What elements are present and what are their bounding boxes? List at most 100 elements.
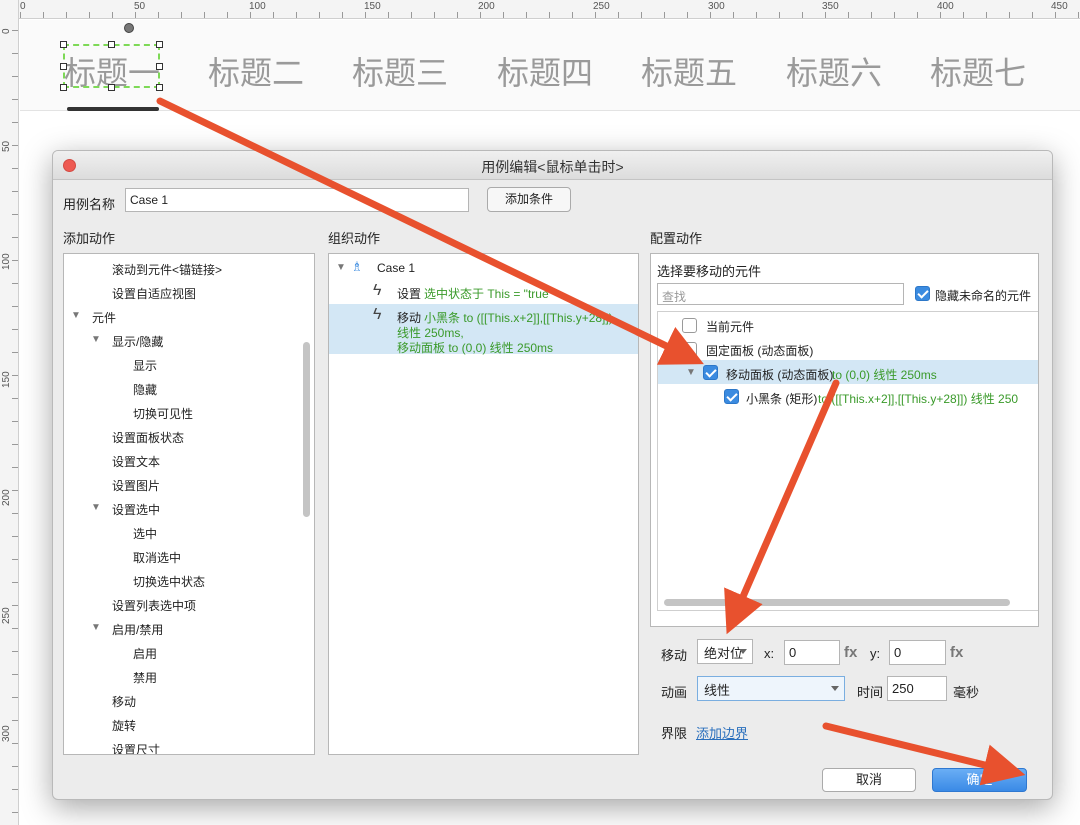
resize-handle[interactable] — [156, 63, 163, 70]
widget-checkbox[interactable] — [724, 389, 739, 404]
move-mode-select[interactable]: 绝对位 — [697, 639, 753, 664]
ruler-tick — [12, 789, 18, 790]
widget-item-move-panel[interactable]: 移动面板 (动态面板) — [726, 366, 833, 383]
y-input[interactable]: 0 — [889, 640, 946, 665]
widget-checkbox[interactable] — [682, 318, 697, 333]
y-fx-button[interactable]: fx — [950, 644, 963, 661]
action-disable[interactable]: 禁用 — [133, 669, 157, 686]
ruler-tick — [710, 12, 711, 18]
resize-handle[interactable] — [60, 84, 67, 91]
action-enable[interactable]: 启用 — [133, 645, 157, 662]
action-unselect[interactable]: 取消选中 — [133, 549, 181, 566]
widget-checkbox[interactable] — [682, 342, 697, 357]
resize-handle[interactable] — [156, 84, 163, 91]
ruler-left-label: 300 — [1, 725, 12, 742]
action-set-panel-state[interactable]: 设置面板状态 — [112, 429, 184, 446]
tab-title-4[interactable]: 标题四 — [497, 48, 593, 94]
widget-checkbox[interactable] — [703, 365, 718, 380]
action-enable-disable[interactable]: 启用/禁用 — [112, 621, 163, 638]
x-fx-button[interactable]: fx — [844, 644, 857, 661]
ruler-tick — [779, 12, 780, 18]
ruler-tick — [1009, 12, 1010, 18]
add-bounds-link[interactable]: 添加边界 — [696, 723, 748, 742]
widget-item-current[interactable]: 当前元件 — [706, 318, 754, 335]
action-set-text[interactable]: 设置文本 — [112, 453, 160, 470]
action-group-widgets[interactable]: 元件 — [92, 309, 116, 326]
chevron-down-icon — [739, 649, 747, 654]
widget-item-black-bar[interactable]: 小黑条 (矩形) — [746, 390, 817, 407]
ruler-tick — [641, 12, 642, 18]
action-rotate[interactable]: 旋转 — [112, 717, 136, 734]
action-set-adaptive-view[interactable]: 设置自适应视图 — [112, 285, 196, 302]
action-scroll-to-widget[interactable]: 滚动到元件<锚链接> — [112, 261, 222, 278]
action-toggle-visibility[interactable]: 切换可见性 — [133, 405, 193, 422]
action-set-detail[interactable]: 选中状态于 This = "true" — [424, 285, 553, 302]
ruler-tick — [1055, 12, 1056, 18]
ruler-tick — [12, 375, 18, 376]
action-move[interactable]: 移动 — [112, 693, 136, 710]
ruler-top-label: 200 — [478, 1, 495, 12]
expand-triangle-icon[interactable]: ▼ — [91, 502, 101, 513]
action-set-label[interactable]: 设置 — [397, 285, 421, 302]
tab-title-3[interactable]: 标题三 — [352, 48, 448, 94]
ruler-tick — [871, 12, 872, 18]
organize-action-panel: ▼ ♗ Case 1 ϟ 设置 选中状态于 This = "true" ϟ 移动… — [328, 253, 639, 755]
expand-triangle-icon[interactable]: ▼ — [91, 622, 101, 633]
action-set-image[interactable]: 设置图片 — [112, 477, 160, 494]
action-set-list-selection[interactable]: 设置列表选中项 — [112, 597, 196, 614]
expand-triangle-icon[interactable]: ▼ — [686, 367, 696, 378]
time-input[interactable]: 250 — [887, 676, 947, 701]
ruler-tick — [12, 168, 18, 169]
resize-handle[interactable] — [108, 84, 115, 91]
animation-select[interactable]: 线性 — [697, 676, 845, 701]
scrollbar-thumb[interactable] — [303, 342, 310, 517]
expand-triangle-icon[interactable]: ▼ — [336, 262, 346, 273]
scrollbar-horizontal[interactable] — [664, 599, 1010, 606]
case-name-input[interactable]: Case 1 — [125, 188, 469, 212]
add-condition-button[interactable]: 添加条件 — [487, 187, 571, 212]
add-action-header: 添加动作 — [63, 231, 116, 246]
case-label[interactable]: Case 1 — [377, 261, 415, 275]
action-toggle-selected[interactable]: 切换选中状态 — [133, 573, 205, 590]
ruler-tick — [12, 697, 18, 698]
tab-title-2[interactable]: 标题二 — [208, 48, 304, 94]
ruler-tick — [894, 12, 895, 18]
tab-title-6[interactable]: 标题六 — [786, 48, 882, 94]
action-hide[interactable]: 隐藏 — [133, 381, 157, 398]
lightning-icon: ϟ — [373, 282, 382, 299]
action-show-hide[interactable]: 显示/隐藏 — [112, 333, 163, 350]
resize-handle[interactable] — [60, 41, 67, 48]
hide-unnamed-checkbox[interactable] — [915, 286, 930, 301]
tab-title-7[interactable]: 标题七 — [930, 48, 1026, 94]
ruler-tick — [12, 191, 18, 192]
ruler-tick — [12, 214, 18, 215]
ruler-tick — [963, 12, 964, 18]
resize-handle[interactable] — [108, 41, 115, 48]
ruler-tick — [181, 12, 182, 18]
widget-item-fixed-panel[interactable]: 固定面板 (动态面板) — [706, 342, 813, 359]
action-set-selected[interactable]: 设置选中 — [112, 501, 160, 518]
lightning-icon: ϟ — [373, 306, 382, 323]
ruler-left-label: 200 — [1, 489, 12, 506]
resize-handle[interactable] — [156, 41, 163, 48]
ruler-tick — [296, 12, 297, 18]
rotate-handle[interactable] — [124, 23, 134, 33]
action-show[interactable]: 显示 — [133, 357, 157, 374]
ruler-tick — [12, 628, 18, 629]
action-move-detail-3[interactable]: 移动面板 to (0,0) 线性 250ms — [397, 339, 553, 356]
ok-button[interactable]: 确定 — [932, 768, 1027, 792]
action-set-size[interactable]: 设置尺寸 — [112, 741, 160, 754]
ruler-tick — [20, 12, 21, 18]
resize-handle[interactable] — [60, 63, 67, 70]
expand-triangle-icon[interactable]: ▼ — [91, 334, 101, 345]
tab-title-5[interactable]: 标题五 — [641, 48, 737, 94]
selection-box[interactable] — [63, 44, 160, 88]
ruler-tick — [572, 12, 573, 18]
action-select[interactable]: 选中 — [133, 525, 157, 542]
cancel-button[interactable]: 取消 — [822, 768, 916, 792]
expand-triangle-icon[interactable]: ▼ — [71, 310, 81, 321]
x-input[interactable]: 0 — [784, 640, 840, 665]
ruler-tick — [1032, 12, 1033, 18]
select-widget-label: 选择要移动的元件 — [657, 264, 762, 279]
search-input[interactable]: 查找 — [657, 283, 904, 305]
